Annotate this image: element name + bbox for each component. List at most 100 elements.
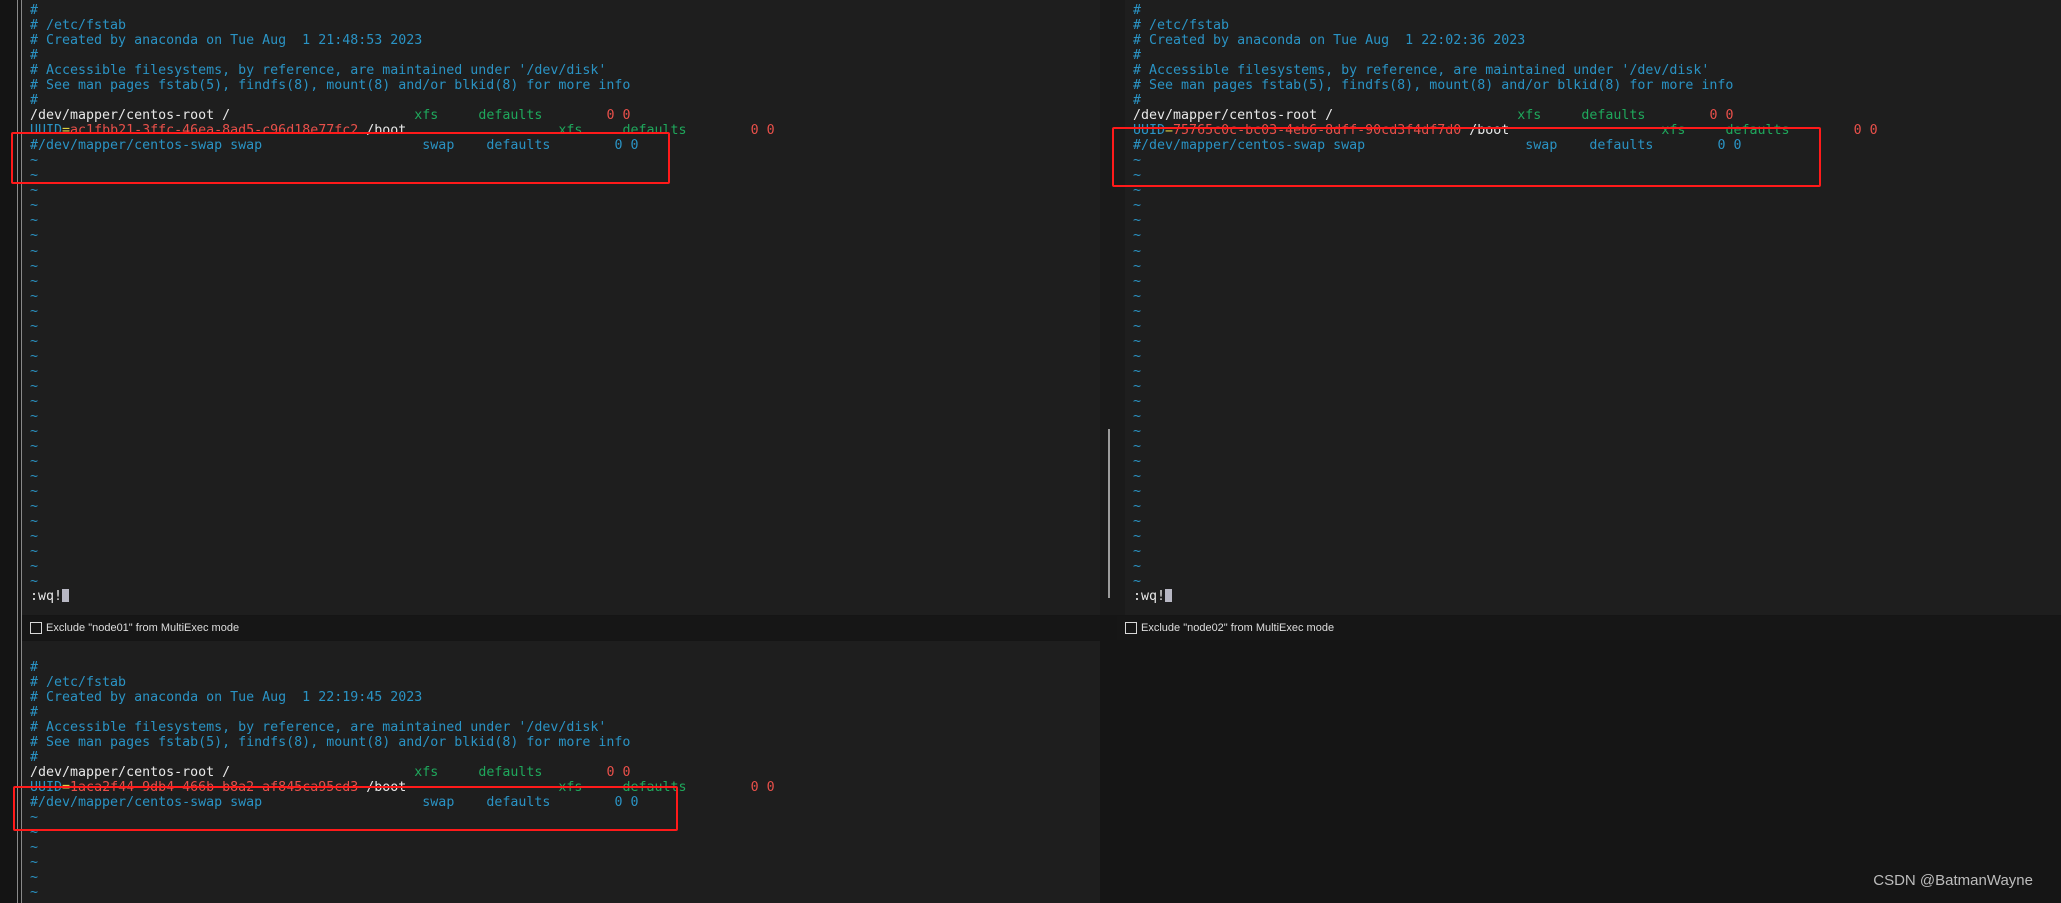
empty-line-tilde: ~	[30, 855, 39, 871]
empty-line-tilde: ~	[1133, 153, 1142, 169]
scrollbar[interactable]	[1108, 429, 1110, 598]
comment-text: #	[30, 93, 39, 109]
fstab-mount: /	[222, 108, 231, 124]
watermark: CSDN @BatmanWayne	[1873, 872, 2033, 889]
fstab-device: /dev/mapper/centos-root	[30, 765, 215, 781]
fstab-uuid: 75765c0c-bc03-4eb6-8dff-90cd3f4df7d0	[1173, 123, 1462, 139]
fstab-uuid-key: UUID	[30, 780, 63, 796]
empty-line-tilde: ~	[30, 840, 39, 856]
multiexec-exclude-bar-node01: Exclude "node01" from MultiExec mode	[22, 616, 1100, 640]
comment-text: # /etc/fstab	[30, 18, 127, 34]
buffer-line: #/dev/mapper/centos-swap swap swap defau…	[1133, 138, 1878, 153]
comment-text: #	[30, 3, 39, 18]
empty-line-tilde: ~	[1133, 529, 1142, 545]
fstab-type: xfs	[558, 123, 583, 139]
exclude-label: Exclude "node01" from MultiExec mode	[46, 622, 240, 634]
buffer-line: # /etc/fstab	[30, 18, 775, 33]
fstab-options: defaults	[478, 765, 543, 781]
empty-line-tilde: ~	[1133, 499, 1142, 515]
fstab-options: defaults	[1725, 123, 1790, 139]
vim-command-line: :wq!	[1133, 589, 1878, 604]
empty-line-tilde: ~	[30, 408, 39, 424]
buffer-line: #	[1133, 3, 1878, 18]
comment-text: #	[1133, 3, 1142, 18]
empty-line-tilde: ~	[30, 363, 39, 379]
comment-text: #	[1133, 93, 1142, 109]
fstab-type: swap	[422, 138, 455, 154]
empty-line-tilde: ~	[1133, 559, 1142, 575]
fstab-dump-pass: 0 0	[750, 123, 775, 139]
comment-text: # /etc/fstab	[1133, 18, 1230, 34]
vim-buffer[interactable]: # # /etc/fstab # Created by anaconda on Tu…	[30, 3, 775, 604]
empty-line-tilde: ~	[1133, 183, 1142, 199]
buffer-line: # See man pages fstab(5), findfs(8), mou…	[1133, 78, 1878, 93]
fstab-type: xfs	[414, 108, 439, 124]
comment-text: # See man pages fstab(5), findfs(8), mou…	[30, 735, 631, 751]
empty-line-tilde: ~	[1133, 484, 1142, 499]
empty-line-tilde: ~	[30, 393, 39, 409]
fstab-dump-pass: 0 0	[614, 138, 639, 154]
empty-line-tilde: ~	[30, 885, 39, 901]
empty-line-tilde: ~	[1133, 228, 1142, 244]
buffer-line: # Created by anaconda on Tue Aug 1 22:19…	[30, 690, 775, 705]
empty-line-tilde: ~	[30, 258, 39, 274]
fstab-equals: =	[1165, 123, 1174, 139]
buffer-line: /dev/mapper/centos-root / xfs defaults 0…	[30, 108, 775, 123]
fstab-mount: /	[222, 765, 231, 781]
terminal-pane-node02[interactable]: # # /etc/fstab # Created by anaconda on Tu…	[1125, 0, 2061, 615]
fstab-options: defaults	[478, 108, 543, 124]
exclude-checkbox[interactable]	[30, 622, 42, 634]
buffer-line: # See man pages fstab(5), findfs(8), mou…	[30, 78, 775, 93]
fstab-mount: swap	[1333, 138, 1366, 154]
fstab-device: #/dev/mapper/centos-swap	[1133, 138, 1326, 154]
comment-text: # Created by anaconda on Tue Aug 1 22:19…	[30, 690, 423, 706]
empty-line-tilde: ~	[30, 559, 39, 575]
comment-text: # See man pages fstab(5), findfs(8), mou…	[30, 78, 631, 94]
exclude-checkbox[interactable]	[1125, 622, 1137, 634]
fstab-type: xfs	[1517, 108, 1542, 124]
fstab-mount: /boot	[366, 123, 407, 139]
comment-text: # Accessible filesystems, by reference, …	[1133, 63, 1710, 79]
buffer-line: # Created by anaconda on Tue Aug 1 21:48…	[30, 33, 775, 48]
fstab-options: defaults	[486, 138, 551, 154]
fstab-options: defaults	[486, 795, 551, 811]
empty-line-tilde: ~	[1133, 438, 1142, 454]
vim-buffer[interactable]: # # /etc/fstab # Created by anaconda on Tu…	[1133, 3, 1878, 604]
comment-text: #	[30, 660, 39, 675]
terminal-pane-node03[interactable]: # # /etc/fstab # Created by anaconda on Tu…	[22, 641, 1100, 903]
empty-line-tilde: ~	[1133, 168, 1142, 184]
empty-line-tilde: ~	[1133, 348, 1142, 364]
empty-line-tilde: ~	[30, 183, 39, 199]
empty-line-tilde: ~	[30, 198, 39, 214]
comment-text: # Accessible filesystems, by reference, …	[30, 720, 607, 736]
exclude-label: Exclude "node02" from MultiExec mode	[1141, 622, 1335, 634]
empty-line-tilde: ~	[1133, 243, 1142, 259]
buffer-line: #	[1133, 93, 1878, 108]
empty-line-tilde: ~	[1133, 303, 1142, 319]
comment-text: # Created by anaconda on Tue Aug 1 22:02…	[1133, 33, 1526, 49]
fstab-dump-pass: 0 0	[1853, 123, 1878, 139]
buffer-line: #	[30, 705, 775, 720]
fstab-mount: swap	[230, 795, 263, 811]
empty-line-tilde: ~	[1133, 544, 1142, 560]
buffer-line: #	[30, 660, 775, 675]
fstab-options: defaults	[622, 123, 687, 139]
terminal-pane-node01[interactable]: # # /etc/fstab # Created by anaconda on Tu…	[22, 0, 1100, 615]
empty-line-tilde: ~	[1133, 318, 1142, 334]
vim-buffer[interactable]: # # /etc/fstab # Created by anaconda on Tu…	[30, 660, 775, 901]
fstab-mount: /boot	[366, 780, 407, 796]
empty-line-tilde: ~	[1133, 333, 1142, 349]
empty-line-tilde: ~	[30, 243, 39, 259]
fstab-options: defaults	[1581, 108, 1646, 124]
fstab-dump-pass: 0 0	[750, 780, 775, 796]
fstab-type: xfs	[558, 780, 583, 796]
buffer-line: /dev/mapper/centos-root / xfs defaults 0…	[1133, 108, 1878, 123]
empty-line-tilde: ~	[1133, 198, 1142, 214]
comment-text: #	[30, 48, 39, 64]
buffer-line: # Accessible filesystems, by reference, …	[1133, 63, 1878, 78]
empty-line-tilde: ~	[1133, 468, 1142, 484]
fstab-device: #/dev/mapper/centos-swap	[30, 795, 223, 811]
empty-line-tilde: ~	[30, 333, 39, 349]
fstab-dump-pass: 0 0	[606, 108, 631, 124]
empty-line-tilde: ~	[30, 303, 39, 319]
